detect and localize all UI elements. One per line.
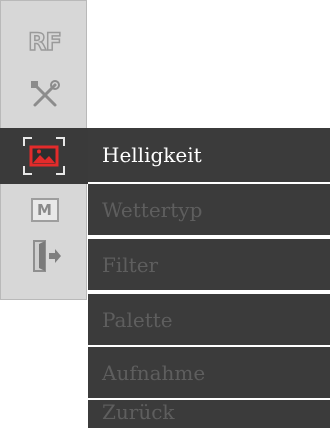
rf-icon: RF — [27, 27, 62, 57]
menu-item-aufnahme[interactable]: Aufnahme — [88, 347, 330, 400]
menu-item-filter[interactable]: Filter — [88, 239, 330, 292]
rf-button[interactable]: RF — [1, 19, 88, 65]
menu-item-zurueck[interactable]: Zurück — [88, 400, 330, 428]
settings-menu: Helligkeit Wettertyp Filter Palette Aufn… — [88, 128, 330, 428]
image-mode-button[interactable] — [0, 128, 88, 184]
image-icon — [23, 137, 65, 175]
exit-icon — [32, 240, 61, 272]
menu-item-wettertyp[interactable]: Wettertyp — [88, 184, 330, 237]
mode-icon: M — [30, 198, 59, 222]
tools-icon — [30, 80, 60, 107]
mode-button[interactable]: M — [1, 193, 88, 227]
tools-button[interactable] — [1, 71, 88, 119]
menu-item-helligkeit[interactable]: Helligkeit — [88, 128, 330, 184]
exit-button[interactable] — [1, 231, 88, 281]
menu-item-palette[interactable]: Palette — [88, 294, 330, 347]
